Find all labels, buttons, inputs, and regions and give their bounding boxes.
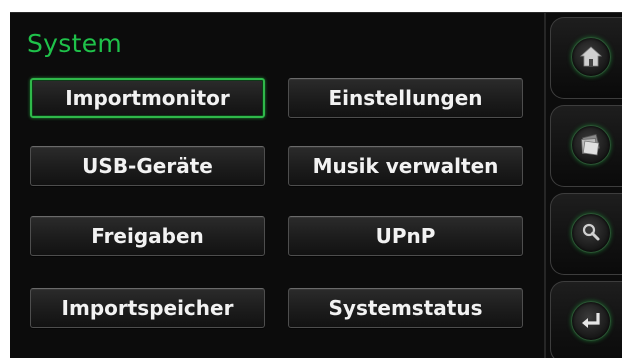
back-button[interactable] — [550, 281, 622, 358]
page-title: System — [27, 29, 123, 58]
search-button[interactable] — [550, 193, 622, 275]
upnp-label: UPnP — [375, 224, 436, 248]
system-screen: System Importmonitor Einstellungen USB-G… — [10, 12, 622, 358]
einstellungen-label: Einstellungen — [328, 86, 483, 110]
musik-verwalten-label: Musik verwalten — [312, 154, 499, 178]
home-icon — [571, 37, 611, 77]
freigaben-label: Freigaben — [91, 224, 204, 248]
musik-verwalten-button[interactable]: Musik verwalten — [288, 146, 523, 186]
freigaben-button[interactable]: Freigaben — [30, 216, 265, 256]
importspeicher-label: Importspeicher — [61, 296, 234, 320]
search-icon — [571, 213, 611, 253]
importmonitor-button[interactable]: Importmonitor — [30, 78, 265, 118]
back-arrow-icon — [571, 301, 611, 341]
cover-art-icon — [571, 125, 611, 165]
usb-geraete-button[interactable]: USB-Geräte — [30, 146, 265, 186]
usb-geraete-label: USB-Geräte — [82, 154, 213, 178]
systemstatus-button[interactable]: Systemstatus — [288, 288, 523, 328]
music-library-button[interactable] — [550, 105, 622, 187]
importmonitor-label: Importmonitor — [65, 86, 230, 110]
importspeicher-button[interactable]: Importspeicher — [30, 288, 265, 328]
upnp-button[interactable]: UPnP — [288, 216, 523, 256]
home-button[interactable] — [550, 17, 622, 99]
systemstatus-label: Systemstatus — [328, 296, 483, 320]
einstellungen-button[interactable]: Einstellungen — [288, 78, 523, 118]
sidebar-divider — [544, 13, 546, 358]
